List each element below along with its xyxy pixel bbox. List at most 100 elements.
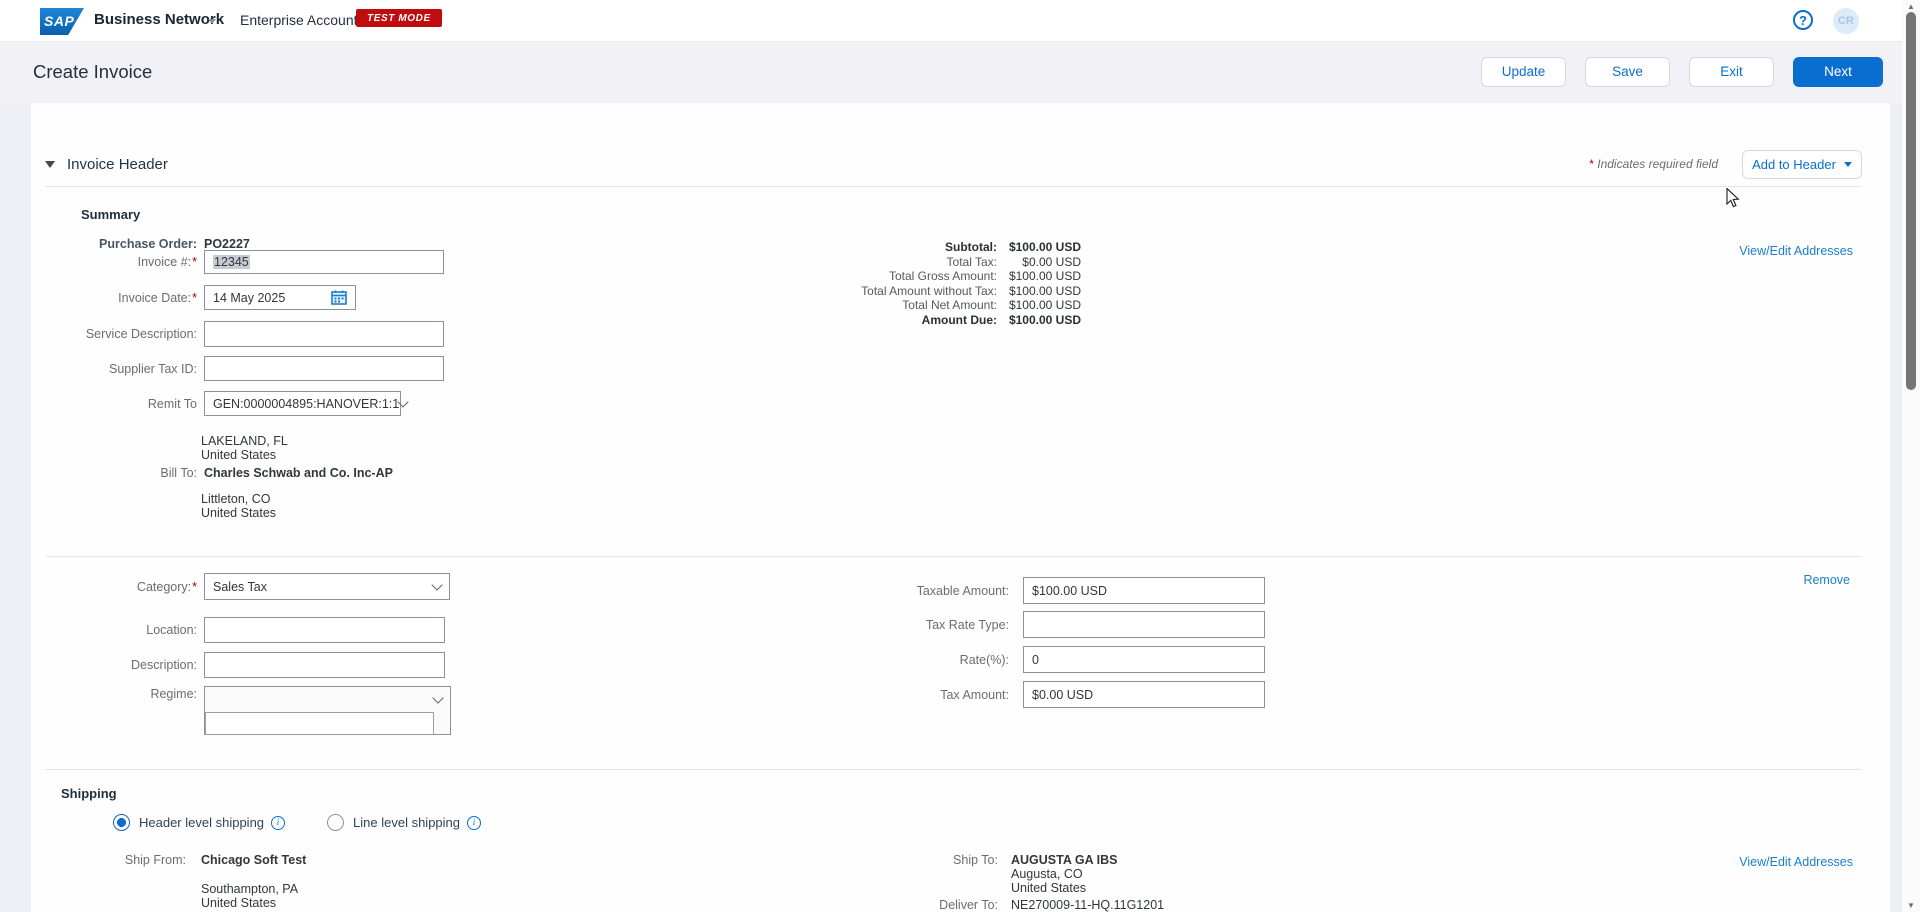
update-button[interactable]: Update — [1481, 57, 1566, 87]
supplier-tax-id-label: Supplier Tax ID: — [45, 362, 197, 376]
bill-to-label: Bill To: — [45, 466, 197, 480]
remit-to-city: LAKELAND, FL — [201, 435, 288, 449]
header-level-shipping-radio[interactable] — [113, 814, 130, 831]
invoice-number-input[interactable]: 12345 — [204, 250, 444, 274]
view-edit-addresses-link[interactable]: View/Edit Addresses — [1739, 244, 1853, 258]
amount-due-label: Amount Due: — [671, 313, 997, 327]
regime-select[interactable] — [205, 687, 450, 712]
chevron-down-icon[interactable] — [208, 19, 216, 24]
collapse-triangle-icon[interactable] — [45, 161, 55, 168]
total-gross-value: $100.00 USD — [1003, 269, 1081, 283]
bill-to-country: United States — [201, 507, 276, 521]
total-row: Total Amount without Tax: $100.00 USD — [671, 284, 1081, 299]
ship-to-city: Augusta, CO — [1011, 868, 1086, 882]
rate-input[interactable]: 0 — [1023, 646, 1265, 673]
scrollbar-thumb[interactable] — [1906, 12, 1916, 390]
tax-amount-text: $0.00 USD — [1032, 688, 1093, 702]
info-icon[interactable]: i — [271, 816, 285, 830]
deliver-to-value: NE270009-11-HQ.11G1201 — [1011, 898, 1164, 912]
header-level-shipping-label[interactable]: Header level shipping — [139, 815, 264, 830]
ship-from-label: Ship From: — [45, 853, 186, 867]
invoice-date-text: 14 May 2025 — [213, 291, 285, 305]
vertical-scrollbar[interactable]: ▲ ▼ — [1902, 0, 1920, 912]
invoice-form-card: Invoice Header * Indicates required fiel… — [31, 103, 1890, 912]
ship-to-country: United States — [1011, 882, 1086, 896]
total-tax-label: Total Tax: — [671, 255, 997, 269]
tax-category-select[interactable]: Sales Tax — [204, 573, 450, 600]
tax-rate-type-label: Tax Rate Type: — [851, 618, 1009, 632]
ship-from-country: United States — [201, 897, 298, 911]
subtotal-value: $100.00 USD — [1003, 240, 1081, 254]
divider — [45, 769, 1862, 770]
account-type-label: Enterprise Account — [240, 12, 358, 28]
avatar[interactable]: CR — [1833, 8, 1859, 34]
save-button[interactable]: Save — [1585, 57, 1670, 87]
tax-amount-input[interactable]: $0.00 USD — [1023, 681, 1265, 708]
ship-to-address: Augusta, CO United States — [1011, 868, 1086, 895]
product-name[interactable]: Business Network — [94, 11, 224, 28]
ship-from-city: Southampton, PA — [201, 883, 298, 897]
taxable-amount-label: Taxable Amount: — [851, 584, 1009, 598]
next-button[interactable]: Next — [1793, 57, 1883, 87]
location-input[interactable] — [204, 617, 445, 643]
chevron-down-icon — [398, 396, 409, 407]
chevron-down-icon — [432, 692, 443, 703]
total-net-value: $100.00 USD — [1003, 298, 1081, 312]
remit-to-country: United States — [201, 449, 288, 463]
scroll-down-icon[interactable]: ▼ — [1902, 901, 1920, 910]
divider — [45, 556, 1862, 557]
total-row: Total Tax:$0.00 USD — [671, 255, 1081, 270]
ship-from-name: Chicago Soft Test — [201, 853, 306, 867]
page-title: Create Invoice — [33, 61, 152, 83]
ship-to-label: Ship To: — [851, 853, 998, 867]
ship-from-address: Southampton, PA United States — [201, 883, 298, 910]
ship-to-name: AUGUSTA GA IBS — [1011, 853, 1117, 867]
purchase-order-label: Purchase Order: — [45, 237, 197, 251]
line-level-shipping-label[interactable]: Line level shipping — [353, 815, 460, 830]
info-icon[interactable]: i — [467, 816, 481, 830]
scroll-up-icon[interactable]: ▲ — [1902, 2, 1920, 11]
add-to-header-button[interactable]: Add to Header — [1742, 150, 1862, 179]
total-without-tax-value: $100.00 USD — [1003, 284, 1081, 298]
total-row: Subtotal: $100.00 USD — [671, 240, 1081, 255]
remit-to-select[interactable]: GEN:0000004895:HANOVER:1:1 — [204, 391, 401, 416]
total-without-tax-label: Total Amount without Tax: — [671, 284, 997, 298]
description-label: Description: — [45, 658, 197, 672]
line-level-shipping-radio[interactable] — [327, 814, 344, 831]
required-asterisk: * — [1589, 157, 1594, 171]
invoice-date-input[interactable]: 14 May 2025 — [204, 285, 356, 310]
remove-tax-link[interactable]: Remove — [1803, 573, 1850, 587]
service-description-label: Service Description: — [45, 327, 197, 341]
summary-title: Summary — [81, 207, 140, 222]
invoice-date-label: Invoice Date:* — [45, 291, 197, 305]
required-asterisk: * — [192, 255, 197, 269]
divider — [45, 186, 1862, 187]
help-icon[interactable]: ? — [1793, 10, 1813, 30]
bill-to-name: Charles Schwab and Co. Inc-AP — [204, 466, 393, 480]
exit-button[interactable]: Exit — [1689, 57, 1774, 87]
totals-block: Subtotal: $100.00 USD Total Tax:$0.00 USD… — [671, 240, 1081, 328]
invoice-number-text: 12345 — [213, 255, 250, 269]
regime-filter-input[interactable] — [205, 712, 434, 735]
taxable-amount-input[interactable]: $100.00 USD — [1023, 577, 1265, 604]
invoice-number-label: Invoice #:* — [45, 255, 197, 269]
view-edit-addresses-link[interactable]: View/Edit Addresses — [1739, 855, 1853, 869]
calendar-icon[interactable] — [331, 290, 347, 305]
deliver-to-label: Deliver To: — [851, 898, 998, 912]
bill-to-address: Littleton, CO United States — [201, 493, 276, 520]
tax-rate-type-input[interactable] — [1023, 611, 1265, 638]
remit-to-address: LAKELAND, FL United States — [201, 435, 288, 462]
purchase-order-value: PO2227 — [204, 237, 250, 251]
subtotal-label: Subtotal: — [671, 240, 997, 254]
description-input[interactable] — [204, 652, 445, 678]
location-label: Location: — [45, 623, 197, 637]
service-description-input[interactable] — [204, 321, 444, 347]
total-row: Total Gross Amount:$100.00 USD — [671, 269, 1081, 284]
regime-combo — [204, 686, 451, 735]
supplier-tax-id-input[interactable] — [204, 356, 444, 381]
tax-amount-label: Tax Amount: — [851, 688, 1009, 702]
amount-due-value: $100.00 USD — [1003, 313, 1081, 327]
tax-category-value: Sales Tax — [213, 580, 267, 594]
required-field-note: * Indicates required field — [1589, 157, 1718, 171]
shipping-title: Shipping — [61, 786, 117, 801]
